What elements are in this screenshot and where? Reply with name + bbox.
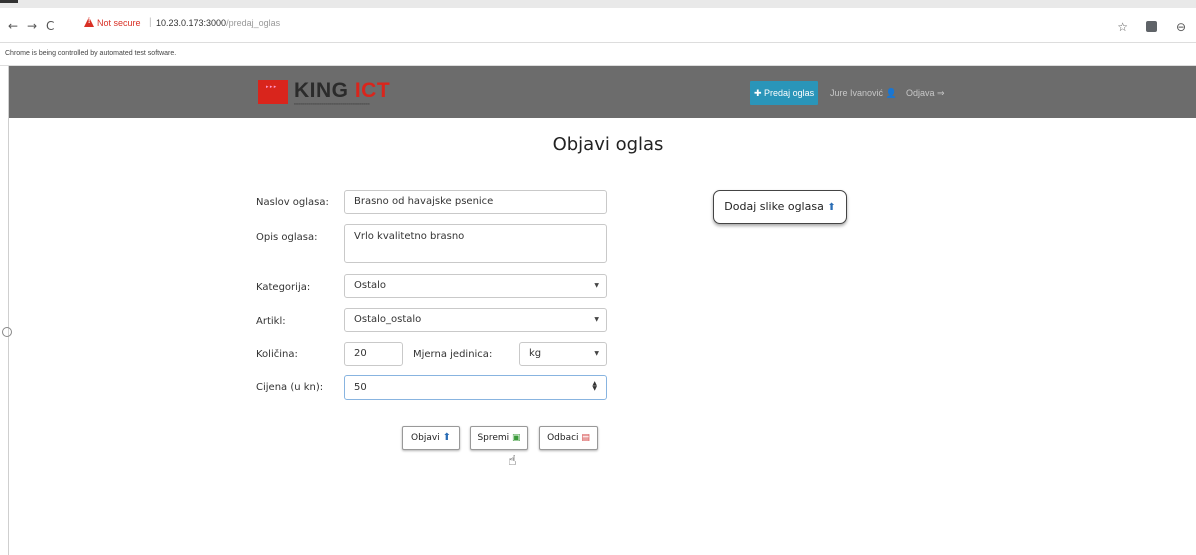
artikl-value: Ostalo_ostalo — [354, 314, 422, 325]
spinner-arrows-icon[interactable]: ▲ ▼ — [592, 381, 597, 392]
page-title: Objavi oglas — [552, 134, 664, 155]
security-label[interactable]: Not secure — [97, 18, 141, 28]
automation-notice: Chrome is being controlled by automated … — [5, 50, 177, 57]
add-images-button[interactable]: Dodaj slike oglasa ⬆ — [713, 190, 847, 224]
user-icon: 👤 — [885, 88, 897, 98]
artikl-select[interactable]: Ostalo_ostalo ▼ — [344, 308, 607, 332]
star-icon[interactable]: ☆ — [1117, 20, 1128, 34]
objavi-button[interactable]: Objavi ⬆ — [402, 426, 460, 450]
save-icon: ▣ — [512, 433, 521, 443]
odbaci-label: Odbaci — [547, 433, 579, 443]
upload-icon: ⬆ — [442, 432, 451, 443]
logo-text: KING ICT — [294, 79, 390, 103]
kategorija-value: Ostalo — [354, 280, 387, 291]
browser-top-strip — [0, 0, 1196, 8]
extension-icon[interactable] — [1146, 21, 1158, 33]
jedinica-label: Mjerna jedinica: — [413, 349, 493, 360]
chevron-down-icon: ▼ — [594, 350, 599, 357]
logo-mark: ▸ ▸ ▸ — [258, 80, 288, 104]
trash-icon: ▤ — [581, 433, 590, 443]
spremi-button[interactable]: Spremi ▣ — [470, 426, 528, 450]
kolicina-label: Količina: — [256, 349, 298, 360]
artikl-label: Artikl: — [256, 316, 286, 327]
opis-textarea[interactable]: Vrlo kvalitetno brasno — [344, 224, 607, 263]
cijena-value: 50 — [354, 382, 367, 393]
cijena-input[interactable]: 50 ▲ ▼ — [344, 375, 607, 400]
plus-icon: ✚ — [754, 88, 765, 98]
naslov-input[interactable]: Brasno od havajske psenice — [344, 190, 607, 214]
kolicina-value: 20 — [354, 348, 367, 359]
objavi-label: Objavi — [411, 433, 440, 443]
tab-stub — [0, 0, 18, 3]
forward-arrow-icon[interactable]: → — [27, 19, 37, 33]
jedinica-value: kg — [529, 348, 542, 359]
cijena-label: Cijena (u kn): — [256, 382, 324, 393]
toolbar-right-icons: ☆ ⊖ — [1103, 18, 1186, 36]
address-bar[interactable]: ! Not secure | 10.23.0.173:3000/predaj_o… — [64, 13, 1104, 37]
opis-value: Vrlo kvalitetno brasno — [354, 231, 465, 242]
logo-text-king: KING — [294, 79, 349, 102]
kolicina-input[interactable]: 20 — [344, 342, 403, 366]
logo-text-ict: ICT — [354, 79, 391, 102]
add-images-label: Dodaj slike oglasa — [724, 200, 824, 213]
site-header: ▸ ▸ ▸ KING ICT ━━━━━━━━━━━━━━━━━━━━━━━━━… — [8, 66, 1196, 118]
automation-infobar: Chrome is being controlled by automated … — [0, 43, 1196, 66]
chevron-down-icon: ▼ — [594, 282, 599, 289]
spremi-label: Spremi — [477, 433, 510, 443]
back-arrow-icon[interactable]: ← — [8, 19, 18, 33]
browser-toolbar: ← → C ! Not secure | 10.23.0.173:3000/pr… — [0, 8, 1196, 43]
sign-out-icon: ⇒ — [937, 88, 945, 98]
cursor-ring — [2, 327, 12, 337]
logo-subtitle: ━━━━━━━━━━━━━━━━━━━━━━━━━━━━━━━━━━━━ — [294, 102, 370, 106]
account-icon[interactable]: ⊖ — [1176, 20, 1186, 34]
predaj-oglas-label: Predaj oglas — [764, 88, 815, 98]
hand-cursor-icon: ☝ — [508, 453, 517, 469]
predaj-oglas-button[interactable]: ✚ Predaj oglas — [750, 81, 819, 105]
url-text[interactable]: 10.23.0.173:3000/predaj_oglas — [156, 18, 280, 28]
odbaci-button[interactable]: Odbaci ▤ — [539, 426, 598, 450]
logout-label: Odjava — [906, 88, 935, 98]
url-path: /predaj_oglas — [226, 18, 281, 28]
naslov-label: Naslov oglasa: — [256, 197, 329, 208]
url-host: 10.23.0.173:3000 — [156, 18, 227, 28]
jedinica-select[interactable]: kg ▼ — [519, 342, 607, 366]
url-separator: | — [149, 17, 152, 28]
chevron-down-icon: ▼ — [594, 316, 599, 323]
naslov-value: Brasno od havajske psenice — [354, 196, 494, 207]
opis-label: Opis oglasa: — [256, 232, 318, 243]
reload-icon[interactable]: C — [46, 19, 54, 33]
user-link[interactable]: Jure Ivanović 👤 — [830, 88, 897, 99]
user-name: Jure Ivanović — [830, 88, 884, 98]
kategorija-select[interactable]: Ostalo ▼ — [344, 274, 607, 298]
kategorija-label: Kategorija: — [256, 282, 311, 293]
logout-link[interactable]: Odjava ⇒ — [906, 88, 945, 99]
upload-icon: ⬆ — [827, 202, 836, 213]
